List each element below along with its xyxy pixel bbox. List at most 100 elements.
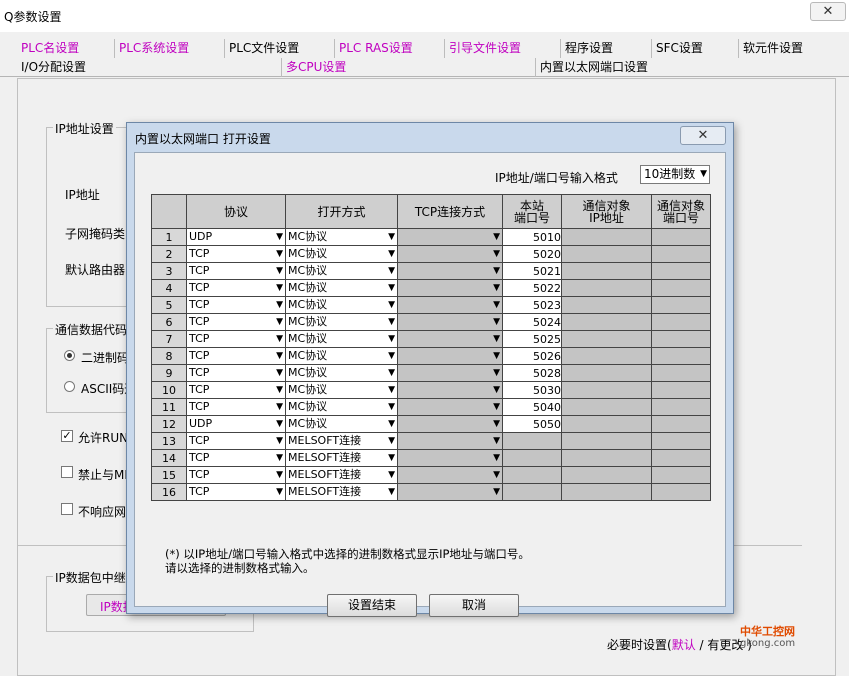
protocol-select[interactable]: TCP ▼ bbox=[187, 331, 285, 347]
local-port-cell[interactable]: 5023 bbox=[502, 296, 562, 314]
protocol-cell[interactable]: TCP ▼ bbox=[186, 398, 286, 416]
protocol-cell[interactable]: UDP ▼ bbox=[186, 415, 286, 433]
protocol-select[interactable]: TCP ▼ bbox=[187, 484, 285, 500]
tab-boot-file[interactable]: 引导文件设置 bbox=[444, 39, 559, 58]
protocol-cell[interactable]: TCP ▼ bbox=[186, 313, 286, 331]
tab-plc-name[interactable]: PLC名设置 bbox=[17, 39, 113, 58]
tcp-mode-cell[interactable]: ▼ bbox=[397, 466, 503, 484]
open-method-select[interactable]: MC协议 ▼ bbox=[286, 246, 397, 262]
open-method-cell[interactable]: MC协议 ▼ bbox=[285, 347, 398, 365]
tcp-mode-select[interactable]: ▼ bbox=[398, 314, 502, 330]
tab-builtin-ethernet[interactable]: 内置以太网端口设置 bbox=[535, 58, 836, 77]
tcp-mode-cell[interactable]: ▼ bbox=[397, 483, 503, 501]
protocol-select[interactable]: TCP ▼ bbox=[187, 399, 285, 415]
local-port-cell[interactable]: 5040 bbox=[502, 398, 562, 416]
open-method-cell[interactable]: MC协议 ▼ bbox=[285, 415, 398, 433]
protocol-cell[interactable]: TCP ▼ bbox=[186, 262, 286, 280]
local-port-cell[interactable] bbox=[502, 449, 562, 467]
protocol-select[interactable]: TCP ▼ bbox=[187, 314, 285, 330]
protocol-select[interactable]: TCP ▼ bbox=[187, 365, 285, 381]
local-port-cell[interactable]: 5030 bbox=[502, 381, 562, 399]
tab-plc-system[interactable]: PLC系统设置 bbox=[114, 39, 223, 58]
open-method-select[interactable]: MC协议 ▼ bbox=[286, 314, 397, 330]
open-method-cell[interactable]: MELSOFT连接 ▼ bbox=[285, 449, 398, 467]
protocol-select[interactable]: TCP ▼ bbox=[187, 450, 285, 466]
open-method-select[interactable]: MC协议 ▼ bbox=[286, 416, 397, 432]
open-method-cell[interactable]: MC协议 ▼ bbox=[285, 228, 398, 246]
open-method-cell[interactable]: MELSOFT连接 ▼ bbox=[285, 432, 398, 450]
protocol-select[interactable]: TCP ▼ bbox=[187, 467, 285, 483]
tcp-mode-cell[interactable]: ▼ bbox=[397, 432, 503, 450]
open-method-select[interactable]: MELSOFT连接 ▼ bbox=[286, 450, 397, 466]
no-response-checkbox[interactable] bbox=[61, 503, 73, 515]
tcp-mode-select[interactable]: ▼ bbox=[398, 484, 502, 500]
local-port-cell[interactable]: 5025 bbox=[502, 330, 562, 348]
tab-io-assign[interactable]: I/O分配设置 bbox=[17, 58, 280, 77]
tcp-mode-cell[interactable]: ▼ bbox=[397, 330, 503, 348]
open-method-select[interactable]: MC协议 ▼ bbox=[286, 382, 397, 398]
tcp-mode-select[interactable]: ▼ bbox=[398, 297, 502, 313]
allow-run-checkbox[interactable]: ✓ bbox=[61, 430, 73, 442]
tcp-mode-select[interactable]: ▼ bbox=[398, 348, 502, 364]
protocol-select[interactable]: TCP ▼ bbox=[187, 263, 285, 279]
finish-settings-button[interactable]: 设置结束 bbox=[327, 594, 417, 617]
protocol-select[interactable]: TCP ▼ bbox=[187, 433, 285, 449]
open-method-cell[interactable]: MC协议 ▼ bbox=[285, 398, 398, 416]
binary-radio[interactable] bbox=[64, 350, 75, 361]
protocol-select[interactable]: UDP ▼ bbox=[187, 416, 285, 432]
local-port-cell[interactable]: 5020 bbox=[502, 245, 562, 263]
open-method-select[interactable]: MC协议 ▼ bbox=[286, 263, 397, 279]
dialog-close-icon[interactable]: ✕ bbox=[680, 126, 726, 145]
protocol-cell[interactable]: TCP ▼ bbox=[186, 296, 286, 314]
local-port-cell[interactable]: 5028 bbox=[502, 364, 562, 382]
local-port-cell[interactable]: 5021 bbox=[502, 262, 562, 280]
protocol-select[interactable]: TCP ▼ bbox=[187, 382, 285, 398]
open-method-select[interactable]: MC协议 ▼ bbox=[286, 331, 397, 347]
local-port-cell[interactable] bbox=[502, 483, 562, 501]
open-method-select[interactable]: MELSOFT连接 ▼ bbox=[286, 484, 397, 500]
tcp-mode-select[interactable]: ▼ bbox=[398, 280, 502, 296]
tab-program[interactable]: 程序设置 bbox=[560, 39, 650, 58]
tcp-mode-select[interactable]: ▼ bbox=[398, 382, 502, 398]
tcp-mode-select[interactable]: ▼ bbox=[398, 331, 502, 347]
protocol-cell[interactable]: TCP ▼ bbox=[186, 245, 286, 263]
open-method-select[interactable]: MELSOFT连接 ▼ bbox=[286, 433, 397, 449]
open-method-cell[interactable]: MELSOFT连接 ▼ bbox=[285, 466, 398, 484]
local-port-cell[interactable] bbox=[502, 432, 562, 450]
open-method-cell[interactable]: MC协议 ▼ bbox=[285, 313, 398, 331]
tcp-mode-select[interactable]: ▼ bbox=[398, 246, 502, 262]
cancel-button[interactable]: 取消 bbox=[429, 594, 519, 617]
tcp-mode-cell[interactable]: ▼ bbox=[397, 364, 503, 382]
tab-sfc[interactable]: SFC设置 bbox=[651, 39, 737, 58]
tcp-mode-cell[interactable]: ▼ bbox=[397, 398, 503, 416]
protocol-cell[interactable]: TCP ▼ bbox=[186, 330, 286, 348]
local-port-cell[interactable]: 5024 bbox=[502, 313, 562, 331]
open-method-cell[interactable]: MELSOFT连接 ▼ bbox=[285, 483, 398, 501]
tcp-mode-cell[interactable]: ▼ bbox=[397, 347, 503, 365]
tcp-mode-select[interactable]: ▼ bbox=[398, 229, 502, 245]
open-method-select[interactable]: MC协议 ▼ bbox=[286, 348, 397, 364]
protocol-select[interactable]: UDP ▼ bbox=[187, 229, 285, 245]
tcp-mode-select[interactable]: ▼ bbox=[398, 399, 502, 415]
local-port-cell[interactable]: 5010 bbox=[502, 228, 562, 246]
tcp-mode-cell[interactable]: ▼ bbox=[397, 296, 503, 314]
tcp-mode-select[interactable]: ▼ bbox=[398, 263, 502, 279]
open-method-cell[interactable]: MC协议 ▼ bbox=[285, 262, 398, 280]
protocol-cell[interactable]: TCP ▼ bbox=[186, 483, 286, 501]
open-method-select[interactable]: MC协议 ▼ bbox=[286, 229, 397, 245]
protocol-cell[interactable]: TCP ▼ bbox=[186, 364, 286, 382]
tcp-mode-cell[interactable]: ▼ bbox=[397, 313, 503, 331]
tab-device[interactable]: 软元件设置 bbox=[738, 39, 836, 58]
tab-plc-ras[interactable]: PLC RAS设置 bbox=[334, 39, 443, 58]
protocol-select[interactable]: TCP ▼ bbox=[187, 280, 285, 296]
close-icon[interactable]: ✕ bbox=[810, 2, 846, 21]
tab-plc-file[interactable]: PLC文件设置 bbox=[224, 39, 333, 58]
tcp-mode-cell[interactable]: ▼ bbox=[397, 245, 503, 263]
open-method-cell[interactable]: MC协议 ▼ bbox=[285, 279, 398, 297]
ascii-radio[interactable] bbox=[64, 381, 75, 392]
protocol-cell[interactable]: UDP ▼ bbox=[186, 228, 286, 246]
open-method-cell[interactable]: MC协议 ▼ bbox=[285, 296, 398, 314]
protocol-select[interactable]: TCP ▼ bbox=[187, 297, 285, 313]
open-method-select[interactable]: MC协议 ▼ bbox=[286, 280, 397, 296]
tcp-mode-cell[interactable]: ▼ bbox=[397, 262, 503, 280]
